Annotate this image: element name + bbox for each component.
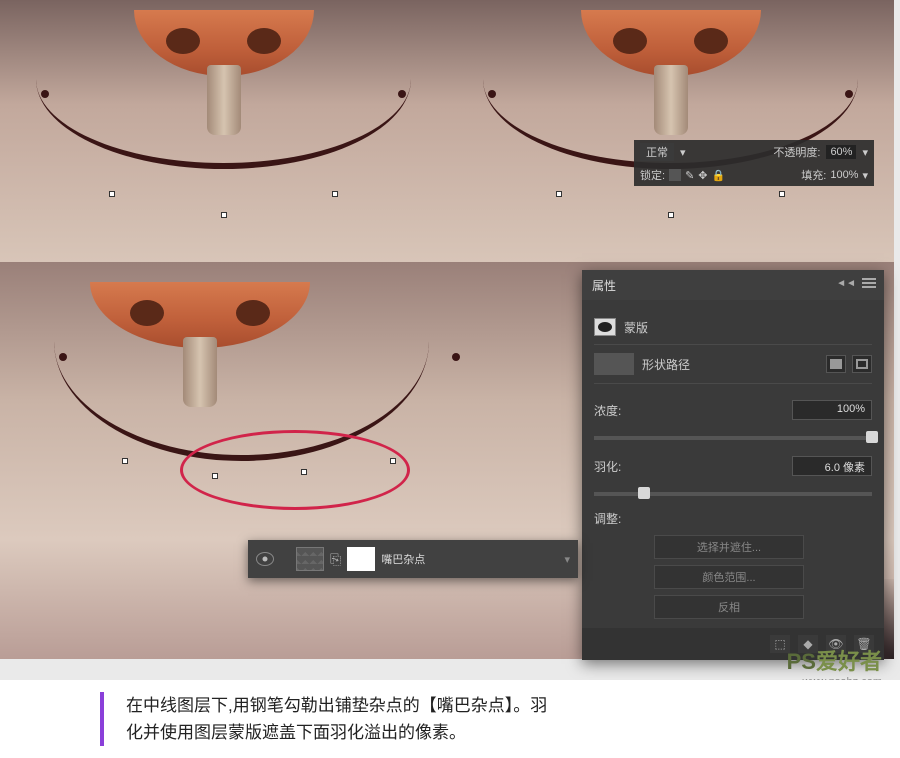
density-input[interactable]: 100% [792,400,872,420]
preview-top-left [0,0,447,262]
path-handle[interactable] [779,191,785,197]
shape-path-label: 形状路径 [642,356,690,373]
caption-line1: 在中线图层下,用钢笔勾勒出铺垫杂点的【嘴巴杂点】。羽 [126,696,547,715]
tutorial-canvas: 正常 ▾ 不透明度: 60% ▾ 锁定: ✎ ✥ 🔒 填充: 100% ▾ [0,0,894,659]
lock-panel: 锁定: ✎ ✥ 🔒 填充: 100% ▾ [634,164,874,186]
anchor [488,90,496,98]
nose-shape [134,10,314,120]
path-handle[interactable] [109,191,115,197]
slider-thumb[interactable] [638,487,650,499]
anchor [41,90,49,98]
anchor [59,353,67,361]
layer-row[interactable]: ⎘ 嘴巴杂点 ▾ [248,540,578,578]
lock-icon[interactable]: 🔒 [712,169,726,182]
slider-thumb[interactable] [866,431,878,443]
accent-bar [100,692,104,746]
properties-panel: 属性 ◄◄ 蒙版 形状路径 浓度: 100% [582,270,884,660]
vector-mask-button[interactable] [852,355,872,373]
caption-line2: 化并使用图层蒙版遮盖下面羽化溢出的像素。 [126,723,466,742]
pixel-mask-button[interactable] [826,355,846,373]
shape-swatch[interactable] [594,353,634,375]
panel-title: 属性 [592,277,616,294]
color-range-button[interactable]: 颜色范围... [654,565,804,589]
chevron-down-icon[interactable]: ▾ [564,553,570,566]
link-icon[interactable]: ⎘ [330,551,341,568]
chevron-down-icon[interactable]: ▾ [680,146,686,159]
anchor [398,90,406,98]
shape-path-row: 形状路径 [594,353,872,375]
invert-button[interactable]: 反相 [654,595,804,619]
path-handle[interactable] [556,191,562,197]
layer-mask-icon[interactable] [594,318,616,336]
blend-panel: 正常 ▾ 不透明度: 60% ▾ [634,140,874,164]
panel-header[interactable]: 属性 ◄◄ [582,270,884,300]
watermark-cn: 爱好者 [816,649,882,674]
watermark-ps: PS [787,649,816,674]
fill-value[interactable]: 100% [830,169,858,181]
path-handle[interactable] [332,191,338,197]
density-row: 浓度: 100% [594,400,872,420]
feather-input[interactable]: 6.0 像素 [792,456,872,476]
layer-thumbnail[interactable] [296,547,324,571]
chevron-down-icon[interactable]: ▾ [862,146,868,159]
nose-shape [581,10,761,120]
caption: 在中线图层下,用钢笔勾勒出铺垫杂点的【嘴巴杂点】。羽 化并使用图层蒙版遮盖下面羽… [0,680,900,758]
preview-top-right: 正常 ▾ 不透明度: 60% ▾ 锁定: ✎ ✥ 🔒 填充: 100% ▾ [447,0,894,262]
path-handle[interactable] [668,212,674,218]
fill-label: 填充: [801,167,826,183]
opacity-label: 不透明度: [773,144,820,160]
move-icon[interactable]: ✥ [698,169,707,182]
visibility-icon[interactable] [256,552,274,566]
annotation-circle [180,430,410,510]
adjust-label: 调整: [594,510,621,527]
path-handle[interactable] [221,212,227,218]
mask-type-row: 蒙版 [594,318,872,336]
lock-transparency-icon[interactable] [669,169,681,181]
brush-icon[interactable]: ✎ [685,169,694,182]
density-label: 浓度: [594,402,642,419]
collapse-icon[interactable]: ◄◄ [836,278,856,289]
chevron-down-icon[interactable]: ▾ [862,169,868,182]
mask-thumbnail[interactable] [347,547,375,571]
blend-mode-select[interactable]: 正常 [640,143,674,161]
density-slider[interactable] [594,436,872,440]
select-and-mask-button[interactable]: 选择并遮住... [654,535,804,559]
mask-label: 蒙版 [624,319,648,336]
layer-name[interactable]: 嘴巴杂点 [381,551,425,567]
feather-slider[interactable] [594,492,872,496]
nose-shape [90,282,310,392]
opacity-value[interactable]: 60% [826,145,856,159]
anchor [452,353,460,361]
feather-label: 羽化: [594,458,642,475]
lock-label: 锁定: [640,167,665,183]
path-handle[interactable] [122,458,128,464]
anchor [845,90,853,98]
feather-row: 羽化: 6.0 像素 [594,456,872,476]
panel-menu-icon[interactable] [862,278,876,288]
